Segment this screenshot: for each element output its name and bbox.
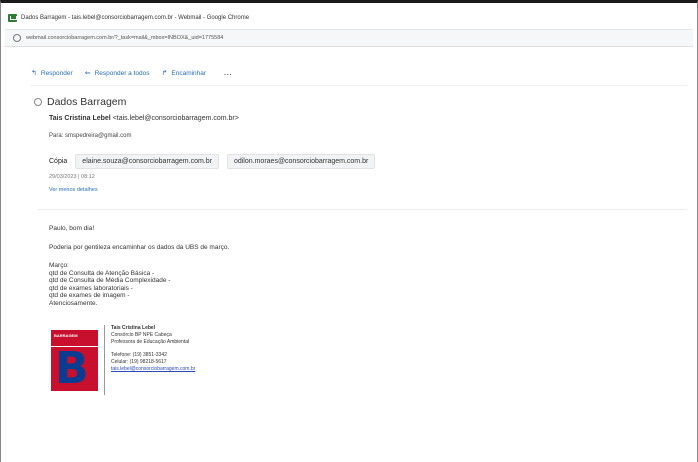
reply-all-icon: ⇐ bbox=[84, 70, 91, 77]
forward-label: Encaminhar bbox=[171, 69, 207, 77]
to-recipient: Para: smspedreira@gmail.com bbox=[49, 133, 132, 139]
reply-icon: ↰ bbox=[31, 70, 37, 77]
list-item: qtd de exames laboratoriais - bbox=[49, 284, 133, 292]
email-signature: BARRAGEM B Tais Cristina Lebel Consórcio… bbox=[51, 325, 195, 395]
logo-text: BARRAGEM bbox=[54, 333, 78, 338]
toolbar-divider bbox=[31, 85, 687, 86]
company-logo: BARRAGEM B bbox=[51, 325, 98, 395]
logo-letter: B bbox=[55, 343, 89, 394]
more-actions-button[interactable]: ... bbox=[224, 70, 232, 77]
signature-mobile: Celular: (19) 98218-5617 bbox=[111, 359, 167, 365]
list-item: qtd de Consulta de Atenção Básica - bbox=[49, 269, 155, 277]
sender-line: Tais Cristina Lebel <tais.lebel@consorci… bbox=[49, 115, 239, 122]
subject-row: Dados Barragem bbox=[34, 96, 126, 108]
signature-phone: Telefone: (19) 3851-3342 bbox=[111, 352, 167, 358]
signature-divider bbox=[104, 325, 105, 395]
cc-label: Cópia bbox=[49, 158, 68, 165]
reply-all-label: Responder a todos bbox=[94, 69, 150, 77]
list-item: qtd de Consulta de Média Complexidade - bbox=[49, 277, 171, 284]
mail-app-icon bbox=[8, 14, 17, 22]
address-bar[interactable]: webmail.consorciobarragem.com.br/?_task=… bbox=[5, 30, 693, 47]
browser-window: Dados Barragem - tais.lebel@consorciobar… bbox=[0, 0, 698, 462]
url-text[interactable]: webmail.consorciobarragem.com.br/?_task=… bbox=[26, 35, 223, 41]
window-title: Dados Barragem - tais.lebel@consorciobar… bbox=[21, 15, 250, 21]
cc-row: Cópia elaine.souza@consorciobarragem.com… bbox=[49, 154, 376, 169]
signature-info: Tais Cristina Lebel Consórcio BP NPE Cab… bbox=[111, 325, 195, 395]
sender-email: <tais.lebel@consorciobarragem.com.br> bbox=[112, 115, 239, 122]
header-divider bbox=[37, 209, 687, 210]
signature-role: Professora de Educação Ambiental bbox=[111, 339, 190, 345]
toggle-details-link[interactable]: Ver menos detalhes bbox=[49, 187, 98, 193]
forward-button[interactable]: ↱ Encaminhar bbox=[161, 69, 207, 78]
title-bar: Dados Barragem - tais.lebel@consorciobar… bbox=[5, 7, 693, 30]
signature-company: Consórcio BP NPE Cabeça bbox=[111, 332, 172, 338]
forward-icon: ↱ bbox=[161, 70, 168, 77]
message-toolbar: ↰ Responder ⇐ Responder a todos ↱ Encami… bbox=[31, 66, 232, 80]
signature-name: Tais Cristina Lebel bbox=[111, 325, 156, 331]
request-text: Poderia por gentileza encaminhar os dado… bbox=[49, 243, 230, 251]
cc-recipient-chip[interactable]: odilon.moraes@consorciobarragem.com.br bbox=[226, 154, 376, 169]
reply-all-button[interactable]: ⇐ Responder a todos bbox=[84, 69, 150, 78]
message-date: 29/03/2023 | 08:12 bbox=[49, 174, 95, 180]
list-item: qtd de exames de imagem - bbox=[49, 292, 130, 299]
reply-button[interactable]: ↰ Responder bbox=[31, 69, 73, 78]
message-subject: Dados Barragem bbox=[47, 96, 127, 108]
site-info-icon[interactable] bbox=[13, 34, 21, 42]
message-body: Paulo, bom dia! Poderia por gentileza en… bbox=[49, 225, 229, 307]
select-message-icon[interactable] bbox=[34, 98, 42, 106]
signature-email-link[interactable]: tais.lebel@consorciobarragem.com.br bbox=[111, 366, 195, 373]
list-item: Atenciosamente. bbox=[49, 299, 98, 307]
cc-recipient-chip[interactable]: elaine.souza@consorciobarragem.com.br bbox=[75, 154, 219, 169]
greeting: Paulo, bom dia! bbox=[49, 225, 95, 232]
data-request-list: Março: qtd de Consulta de Atenção Básica… bbox=[49, 262, 229, 307]
list-item: Março: bbox=[49, 262, 69, 269]
reply-label: Responder bbox=[40, 69, 73, 77]
sender-name[interactable]: Tais Cristina Lebel bbox=[49, 115, 111, 122]
